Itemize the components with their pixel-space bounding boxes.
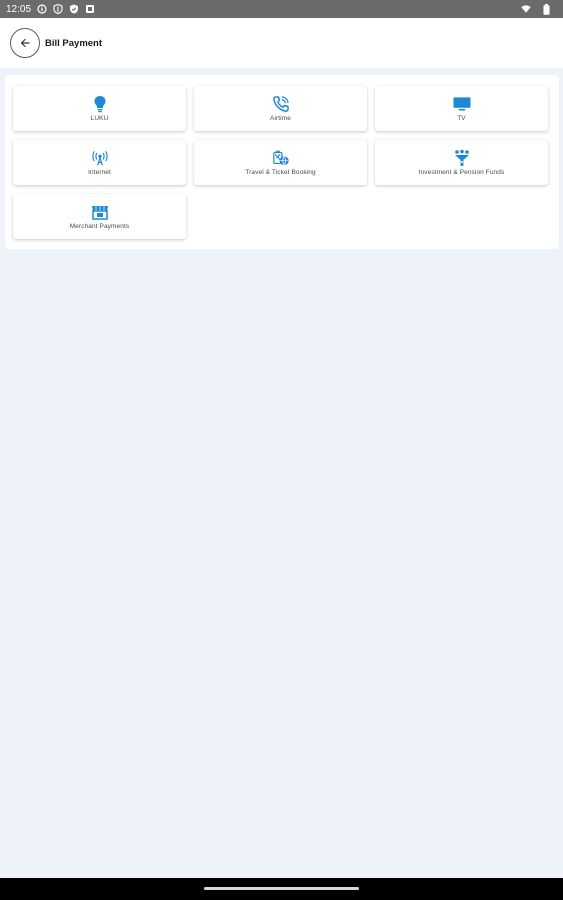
arrow-left-icon — [20, 38, 30, 48]
tile-label: TV — [457, 115, 466, 122]
system-nav-bar — [0, 878, 563, 900]
services-panel: LUKU Airtime TV Internet Travel & Ticket… — [5, 75, 559, 249]
tile-label: Airtime — [270, 115, 291, 122]
app-header: Bill Payment — [0, 18, 563, 68]
tile-merchant-payments[interactable]: Merchant Payments — [13, 194, 186, 239]
tile-travel-ticket-booking[interactable]: Travel & Ticket Booking — [194, 140, 367, 185]
shield-icon — [53, 4, 63, 14]
phone-call-icon — [272, 95, 290, 113]
tile-label: Merchant Payments — [69, 223, 130, 230]
tile-luku[interactable]: LUKU — [13, 86, 186, 131]
tile-label: Internet — [88, 169, 111, 176]
back-button[interactable] — [10, 28, 40, 58]
status-time: 12:05 — [6, 3, 32, 15]
tile-internet[interactable]: Internet — [13, 140, 186, 185]
tile-label: Travel & Ticket Booking — [245, 169, 316, 176]
tile-investment-pension-funds[interactable]: Investment & Pension Funds — [375, 140, 548, 185]
tile-label: Investment & Pension Funds — [418, 169, 505, 176]
tv-icon — [452, 95, 471, 113]
shield-check-icon — [69, 4, 79, 14]
tile-tv[interactable]: TV — [375, 86, 548, 131]
merchant-icon — [91, 203, 109, 221]
wifi-icon — [521, 4, 531, 14]
tile-label: LUKU — [90, 115, 109, 122]
tile-airtime[interactable]: Airtime — [194, 86, 367, 131]
battery-icon — [541, 3, 551, 15]
status-bar: 12:05 — [0, 0, 563, 18]
page-title: Bill Payment — [45, 37, 103, 49]
notification-icon — [85, 4, 95, 14]
home-indicator[interactable] — [204, 887, 359, 890]
antenna-icon — [91, 149, 109, 167]
bulb-icon — [91, 95, 109, 113]
travel-globe-icon — [272, 149, 290, 167]
info-icon — [37, 4, 47, 14]
investment-icon — [453, 149, 471, 167]
